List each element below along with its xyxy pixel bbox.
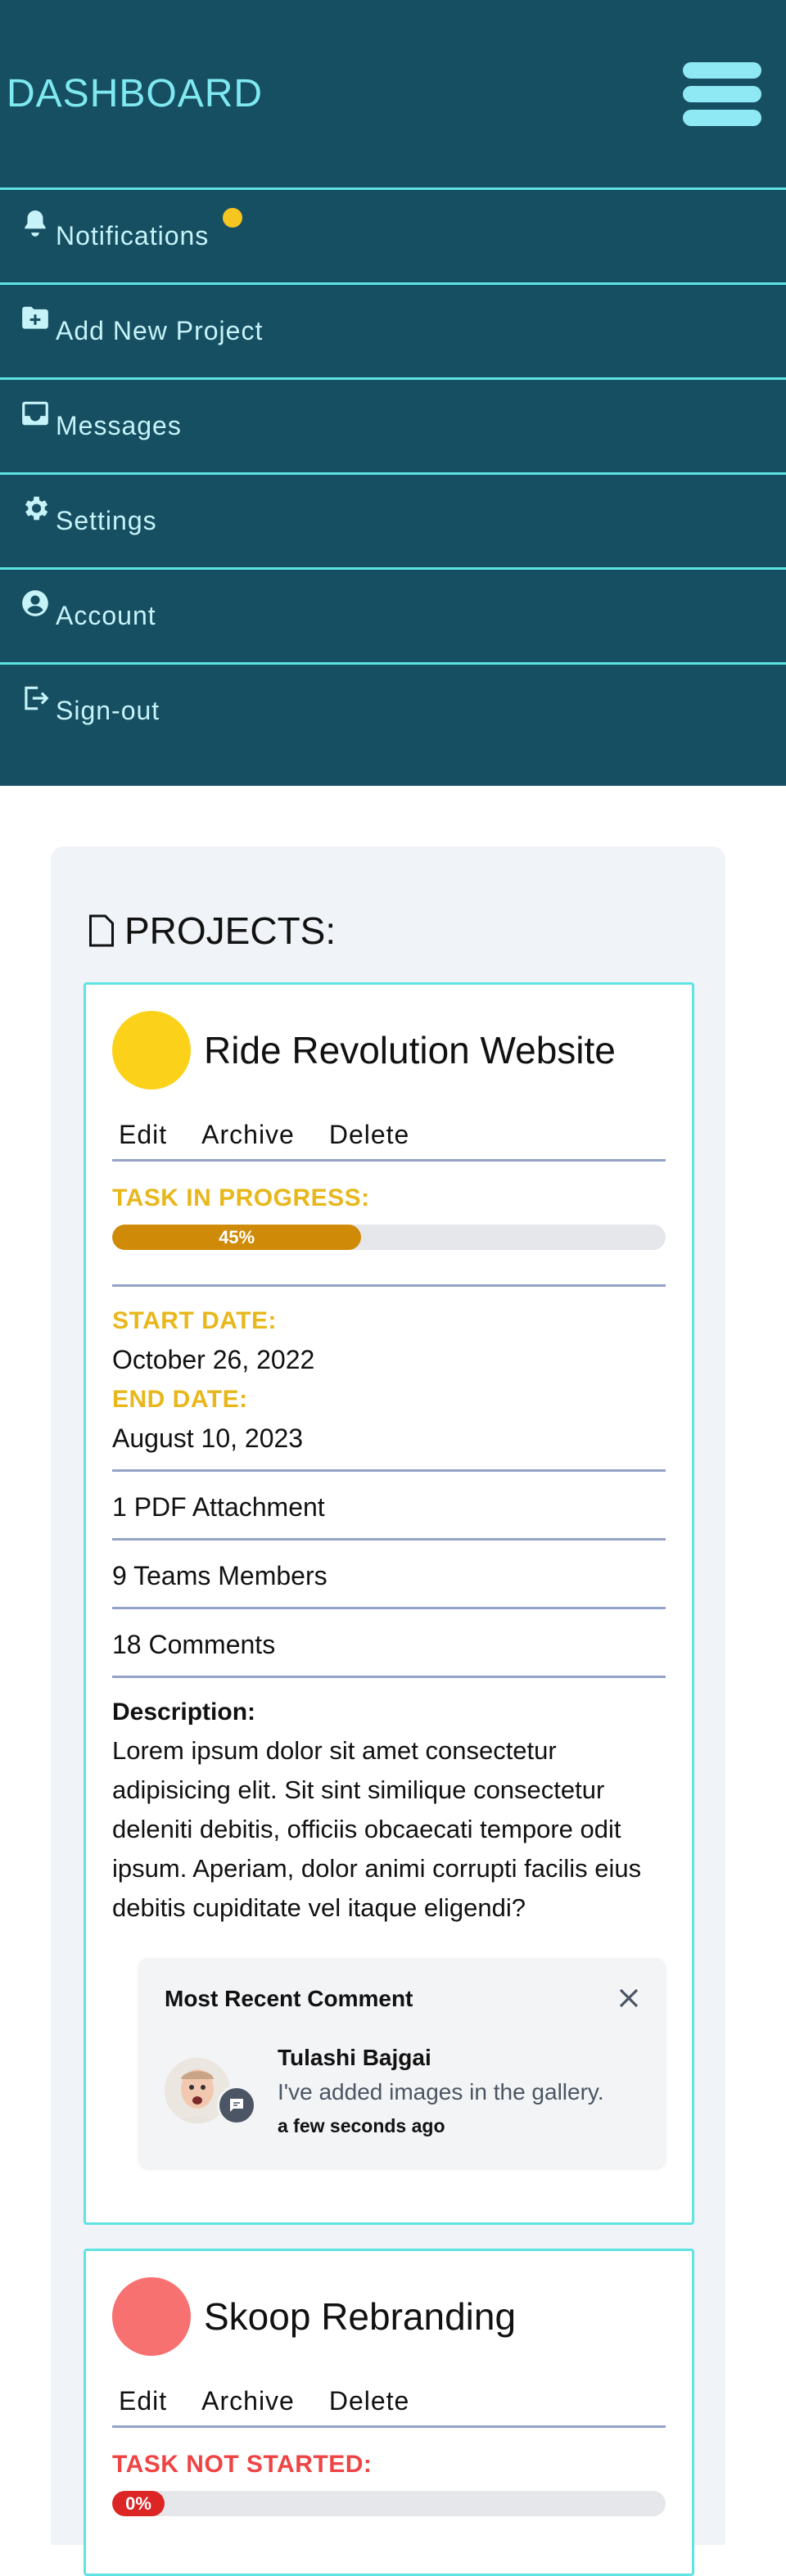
hamburger-menu-icon[interactable] xyxy=(683,61,761,126)
folder-plus-icon xyxy=(22,306,48,329)
menu-item-settings[interactable]: Settings xyxy=(0,475,786,570)
comment-text: I've added images in the gallery. xyxy=(278,2079,604,2105)
status-label: TASK NOT STARTED: xyxy=(112,2451,373,2478)
comments-link[interactable]: 18 Comments xyxy=(112,1630,275,1660)
edit-button[interactable]: Edit xyxy=(119,2380,167,2425)
team-members-link[interactable]: 9 Teams Members xyxy=(112,1561,328,1591)
projects-panel: PROJECTS: Ride Revolution Website Edit A… xyxy=(51,846,725,2576)
menu-item-label: Notifications xyxy=(56,221,210,250)
delete-button[interactable]: Delete xyxy=(329,2380,410,2425)
comment-author: Tulashi Bajgai xyxy=(278,2045,431,2070)
project-title: Skoop Rebranding xyxy=(204,2295,517,2338)
recent-comment-card: Most Recent Comment Tulashi Bajgai I've … xyxy=(138,1958,666,2168)
menu-item-messages[interactable]: Messages xyxy=(0,380,786,475)
project-card: Ride Revolution Website Edit Archive Del… xyxy=(84,982,694,2225)
end-date-label: END DATE: xyxy=(112,1386,248,1413)
navigation-drawer: DASHBOARD Notifications Add New Project … xyxy=(0,0,786,786)
project-color-dot xyxy=(112,2277,191,2356)
attachments-link[interactable]: 1 PDF Attachment xyxy=(112,1492,325,1523)
divider xyxy=(112,1676,666,1678)
archive-button[interactable]: Archive xyxy=(201,2380,295,2425)
project-color-dot xyxy=(112,1011,191,1089)
dashboard-title[interactable]: DASHBOARD xyxy=(7,71,263,116)
start-date-value: October 26, 2022 xyxy=(112,1345,315,1374)
menu-item-sign-out[interactable]: Sign-out xyxy=(0,665,786,760)
divider xyxy=(112,1284,666,1287)
recent-comment-title: Most Recent Comment xyxy=(165,1986,413,2011)
delete-button[interactable]: Delete xyxy=(329,1114,410,1159)
divider xyxy=(112,1538,666,1541)
progress-bar: 45% xyxy=(112,1225,666,1250)
sign-out-icon xyxy=(25,686,49,711)
notification-badge xyxy=(223,208,242,228)
divider xyxy=(112,1607,666,1609)
progress-bar: 0% xyxy=(112,2491,666,2516)
project-card: Skoop Rebranding Edit Archive Delete TAS… xyxy=(84,2249,694,2576)
progress-bar-fill: 45% xyxy=(112,1225,362,1250)
comment-time: a few seconds ago xyxy=(278,2115,445,2136)
archive-button[interactable]: Archive xyxy=(201,1114,295,1159)
menu-item-label: Account xyxy=(56,601,156,630)
close-icon[interactable] xyxy=(617,1986,641,2010)
project-actions: Edit Archive Delete xyxy=(112,2380,666,2428)
description-label: Description: xyxy=(112,1699,256,1726)
divider xyxy=(112,1469,666,1472)
projects-heading: PROJECTS: xyxy=(87,909,336,953)
menu-item-label: Add New Project xyxy=(56,316,264,345)
start-date-label: START DATE: xyxy=(112,1307,278,1334)
edit-button[interactable]: Edit xyxy=(119,1114,167,1159)
gear-icon xyxy=(25,496,48,521)
inbox-icon xyxy=(22,401,48,426)
project-card-header: Ride Revolution Website xyxy=(112,1011,616,1089)
project-actions: Edit Archive Delete xyxy=(112,1114,666,1162)
project-card-header: Skoop Rebranding xyxy=(112,2277,516,2356)
top-bar: DASHBOARD xyxy=(0,0,786,190)
chat-icon xyxy=(217,2086,256,2125)
status-label: TASK IN PROGRESS: xyxy=(112,1184,370,1211)
menu-item-add-new-project[interactable]: Add New Project xyxy=(0,285,786,380)
menu-item-label: Messages xyxy=(56,411,182,440)
description-text: Lorem ipsum dolor sit amet consectetur a… xyxy=(112,1736,642,1922)
project-title: Ride Revolution Website xyxy=(204,1029,616,1071)
menu-item-label: Settings xyxy=(56,506,157,535)
menu-item-label: Sign-out xyxy=(56,696,160,725)
menu-item-account[interactable]: Account xyxy=(0,570,786,665)
document-icon xyxy=(89,914,114,947)
projects-title: PROJECTS: xyxy=(124,909,337,952)
progress-bar-fill: 0% xyxy=(112,2491,165,2516)
menu-item-notifications[interactable]: Notifications xyxy=(0,190,786,285)
bell-icon xyxy=(25,210,46,237)
end-date-value: August 10, 2023 xyxy=(112,1423,304,1453)
user-circle-icon xyxy=(22,590,48,616)
